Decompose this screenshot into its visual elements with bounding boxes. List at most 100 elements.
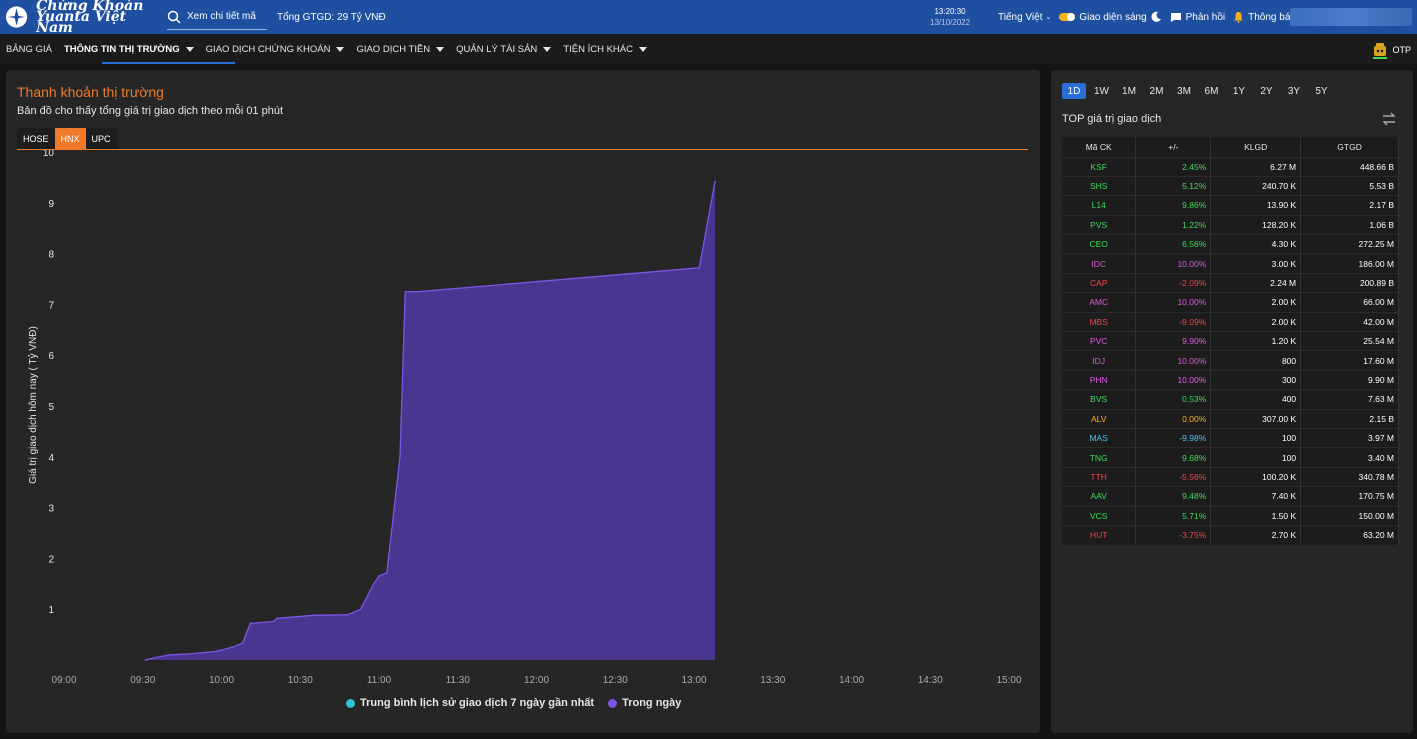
nav-utilities[interactable]: TIỆN ÍCH KHÁC [557,34,653,64]
cell-symbol[interactable]: MBS [1062,311,1137,332]
cell-change: -9.09% [1135,311,1212,332]
cell-value: 66.00 M [1300,292,1399,313]
cell-symbol[interactable]: IDJ [1062,350,1137,371]
col-change[interactable]: +/- [1135,137,1212,157]
table-row[interactable]: PVC 9.90% 1.20 K 25.54 M [1062,331,1399,351]
y-tick-label: 9 [48,199,54,210]
table-row[interactable]: BVS 0.53% 400 7.63 M [1062,389,1399,410]
cell-symbol[interactable]: L14 [1062,195,1137,216]
language-select[interactable]: Tiếng Việt ⌄ [998,12,1051,23]
cell-value: 150.00 M [1300,505,1399,526]
period-tab-1d[interactable]: 1D [1062,83,1086,99]
tab-hnx[interactable]: HNX [54,128,86,149]
table-row[interactable]: IDJ 10.00% 800 17.60 M [1062,350,1399,371]
data-point [698,267,701,269]
feedback-button[interactable]: Phản hồi [1170,12,1225,23]
cell-change: 1.22% [1135,214,1212,235]
period-tab-2y[interactable]: 2Y [1255,83,1279,99]
data-point [417,290,420,293]
tab-upc[interactable]: UPC [85,128,117,149]
x-tick-label: 11:00 [367,675,392,686]
cell-symbol[interactable]: TTH [1062,466,1137,487]
col-value[interactable]: GTGD [1300,137,1399,157]
table-row[interactable]: CEO 6.56% 4.30 K 272.25 M [1062,234,1399,254]
table-row[interactable]: AAV 9.48% 7.40 K 170.75 M [1062,486,1399,507]
account-box[interactable] [1290,8,1412,26]
period-tab-1y[interactable]: 1Y [1227,83,1251,99]
table-row[interactable]: PVS 1.22% 128.20 K 1.06 B [1062,214,1399,235]
cell-change: 9.68% [1135,447,1212,468]
theme-toggle[interactable]: Giao diện sáng [1059,11,1161,23]
main-nav: BẢNG GIÁ THÔNG TIN THỊ TRƯỜNG GIAO DỊCH … [0,34,1417,64]
cell-symbol[interactable]: PHN [1062,369,1137,390]
period-tab-2m[interactable]: 2M [1145,83,1169,99]
col-volume[interactable]: KLGD [1210,137,1302,157]
table-row[interactable]: HUT -3.75% 2.70 K 63.20 M [1062,524,1399,545]
table-row[interactable]: CAP -2.09% 2.24 M 200.89 B [1062,272,1399,293]
swap-icon[interactable] [1381,112,1397,126]
nav-stock-trading[interactable]: GIAO DỊCH CHỨNG KHOÁN [200,34,351,64]
cell-symbol[interactable]: TNG [1062,447,1137,468]
data-point [155,656,157,659]
cell-symbol[interactable]: MAS [1062,427,1137,448]
table-row[interactable]: IDC 10.00% 3.00 K 186.00 M [1062,253,1399,274]
x-tick-label: 12:00 [524,675,549,686]
cell-symbol[interactable]: PVC [1062,331,1137,351]
table-row[interactable]: VCS 5.71% 1.50 K 150.00 M [1062,505,1399,526]
chart-legend: Trung bình lịch sử giao dịch 7 ngày gần … [346,697,695,709]
otp-button[interactable]: OTP [1371,40,1411,60]
cell-symbol[interactable]: IDC [1062,253,1137,274]
period-tab-1w[interactable]: 1W [1090,83,1114,99]
legend-item-avg7d[interactable]: Trung bình lịch sử giao dịch 7 ngày gần … [346,697,594,709]
search-input[interactable]: Xem chi tiết mã [167,4,267,30]
table-row[interactable]: L14 9.86% 13.90 K 2.17 B [1062,195,1399,216]
col-symbol[interactable]: Mã CK [1062,137,1137,157]
legend-item-intraday[interactable]: Trong ngày [608,697,681,709]
nav-market-info[interactable]: THÔNG TIN THỊ TRƯỜNG [58,34,235,64]
table-row[interactable]: AMC 10.00% 2.00 K 66.00 M [1062,292,1399,313]
cell-symbol[interactable]: CAP [1062,272,1137,293]
cell-symbol[interactable]: HUT [1062,524,1137,545]
notification-button[interactable]: Thông báo [1233,11,1296,23]
cell-symbol[interactable]: PVS [1062,214,1137,235]
tab-hose[interactable]: HOSE [17,128,55,149]
logo[interactable]: Chứng Khoán Yuanta Việt Nam [5,0,163,35]
period-tab-3y[interactable]: 3Y [1282,83,1306,99]
exchange-tabs: HOSE HNX UPC [17,128,117,149]
cell-volume: 4.30 K [1210,234,1302,254]
data-point [399,456,401,458]
feedback-label: Phản hồi [1185,11,1226,23]
nav-asset-management[interactable]: QUẢN LÝ TÀI SẢN [450,34,557,64]
table-row[interactable]: MAS -9.98% 100 3.97 M [1062,427,1399,448]
caret-down-icon [639,46,647,52]
x-tick-label: 10:00 [209,675,234,686]
cell-symbol[interactable]: AMC [1062,292,1137,313]
period-tab-1m[interactable]: 1M [1117,83,1141,99]
table-row[interactable]: TTH -5.56% 100.20 K 340.78 M [1062,466,1399,487]
cell-symbol[interactable]: CEO [1062,234,1137,254]
cell-symbol[interactable]: BVS [1062,389,1137,410]
table-row[interactable]: MBS -9.09% 2.00 K 42.00 M [1062,311,1399,332]
table-row[interactable]: TNG 9.68% 100 3.40 M [1062,447,1399,468]
period-tab-3m[interactable]: 3M [1172,83,1196,99]
period-tab-5y[interactable]: 5Y [1310,83,1334,99]
nav-price-board[interactable]: BẢNG GIÁ [0,34,58,64]
top-bar: Chứng Khoán Yuanta Việt Nam Xem chi tiết… [0,0,1417,35]
data-point [273,620,275,623]
cell-symbol[interactable]: VCS [1062,505,1137,526]
table-row[interactable]: ALV 0.00% 307.00 K 2.15 B [1062,408,1399,429]
cell-value: 1.06 B [1300,214,1399,235]
table-row[interactable]: PHN 10.00% 300 9.90 M [1062,369,1399,390]
data-point [386,571,388,574]
nav-cash-trading[interactable]: GIAO DỊCH TIỀN [350,34,450,64]
cell-symbol[interactable]: AAV [1062,486,1137,507]
cell-volume: 3.00 K [1210,253,1302,274]
cell-symbol[interactable]: SHS [1062,175,1137,196]
table-row[interactable]: KSF 2.45% 6.27 M 448.66 B [1062,156,1399,177]
table-row[interactable]: SHS 5.12% 240.70 K 5.53 B [1062,175,1399,196]
x-tick-label: 14:30 [918,675,943,686]
period-tab-6m[interactable]: 6M [1200,83,1224,99]
cell-symbol[interactable]: KSF [1062,156,1137,177]
cell-symbol[interactable]: ALV [1062,408,1137,429]
toggle-switch[interactable] [1059,13,1076,21]
